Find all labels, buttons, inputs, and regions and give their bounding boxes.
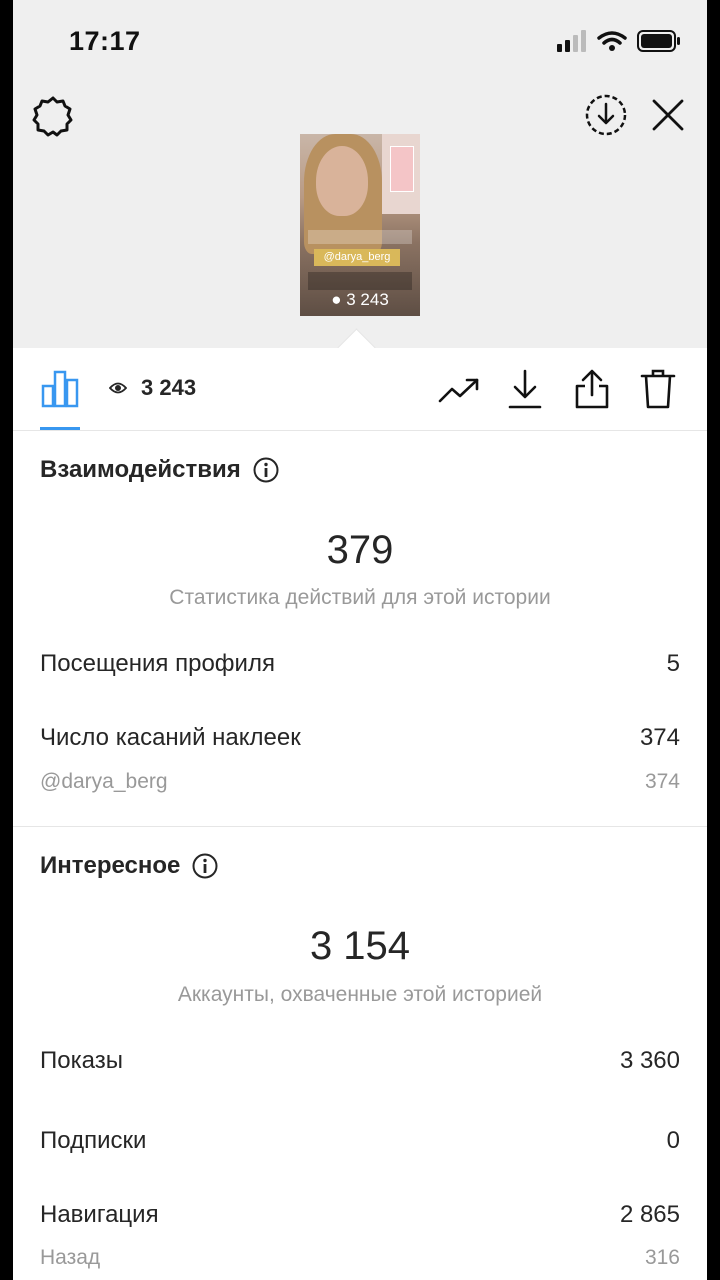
views-count-value: 3 243	[141, 375, 197, 400]
row-value: 3 360	[619, 1047, 680, 1074]
signal-icon	[557, 30, 586, 52]
row-label: Назад	[40, 1246, 101, 1269]
discovery-total: 3 154	[309, 924, 411, 968]
eye-icon	[109, 382, 127, 394]
thumbnail-mention-sticker: @darya_berg	[314, 249, 400, 266]
info-icon[interactable]	[192, 853, 218, 879]
section-divider	[13, 826, 707, 827]
story-insights-screen: 17:17 @darya_berg ●︎ 3 243 3 243 Взаимод…	[13, 0, 707, 1280]
download-circle-icon	[585, 94, 627, 136]
row-label: Число касаний наклеек	[40, 724, 301, 751]
row-label: Навигация	[40, 1201, 159, 1228]
thumbnail-views-count: 3 243	[346, 290, 389, 309]
story-preview-area: 17:17 @darya_berg ●︎ 3 243	[13, 0, 707, 348]
interactions-total: 379	[326, 528, 394, 572]
sticker-mention-row: @darya_berg 374	[40, 770, 680, 794]
thumbnail-views: ●︎ 3 243	[300, 290, 420, 310]
gear-icon	[32, 96, 73, 137]
trash-icon	[640, 369, 676, 409]
close-icon	[652, 99, 684, 131]
row-label: Посещения профиля	[40, 650, 275, 677]
row-value: 374	[639, 724, 680, 751]
close-button[interactable]	[647, 94, 689, 136]
promote-button[interactable]	[435, 370, 483, 410]
row-label: @darya_berg	[40, 770, 168, 793]
status-icons	[557, 28, 681, 54]
discovery-heading: Интересное	[40, 852, 218, 880]
row-label: Показы	[40, 1047, 123, 1074]
thumbnail-poster	[390, 146, 414, 192]
settings-button[interactable]	[31, 94, 75, 138]
views-count[interactable]: 3 243	[109, 375, 196, 401]
thumbnail-face	[316, 146, 368, 216]
battery-icon	[637, 30, 680, 52]
eye-icon: ●︎	[331, 290, 342, 309]
row-value: 2 865	[619, 1201, 680, 1228]
row-value: 316	[644, 1246, 680, 1269]
trending-up-icon	[438, 378, 479, 403]
thumbnail-text-block	[308, 272, 412, 290]
discovery-subtitle: Аккаунты, охваченные этой историей	[177, 983, 543, 1006]
active-tab-indicator	[40, 427, 80, 430]
follows-row: Подписки 0	[40, 1127, 680, 1155]
info-icon[interactable]	[253, 457, 279, 483]
share-button[interactable]	[571, 366, 613, 412]
row-value: 374	[644, 770, 680, 793]
row-value: 0	[666, 1127, 680, 1154]
profile-visits-row: Посещения профиля 5	[40, 650, 680, 678]
impressions-row: Показы 3 360	[40, 1047, 680, 1075]
story-thumbnail[interactable]: @darya_berg ●︎ 3 243	[300, 134, 420, 316]
row-value: 5	[666, 650, 680, 677]
wifi-icon	[597, 31, 627, 51]
thumbnail-caption-block	[308, 230, 412, 244]
insights-toolbar: 3 243	[13, 348, 707, 431]
delete-button[interactable]	[637, 366, 679, 412]
interactions-heading: Взаимодействия	[40, 456, 279, 484]
tab-insights[interactable]	[38, 366, 82, 410]
interactions-title: Взаимодействия	[40, 456, 241, 483]
back-row: Назад 316	[40, 1246, 680, 1270]
row-label: Подписки	[40, 1127, 147, 1154]
download-button[interactable]	[505, 366, 545, 412]
bar-chart-icon	[41, 370, 79, 408]
download-icon	[508, 369, 542, 409]
navigation-row: Навигация 2 865	[40, 1201, 680, 1229]
share-icon	[575, 369, 609, 409]
save-story-button[interactable]	[583, 92, 629, 138]
sticker-taps-row: Число касаний наклеек 374	[40, 724, 680, 752]
interactions-subtitle: Статистика действий для этой истории	[169, 586, 551, 609]
status-time: 17:17	[69, 26, 141, 56]
discovery-title: Интересное	[40, 852, 181, 879]
